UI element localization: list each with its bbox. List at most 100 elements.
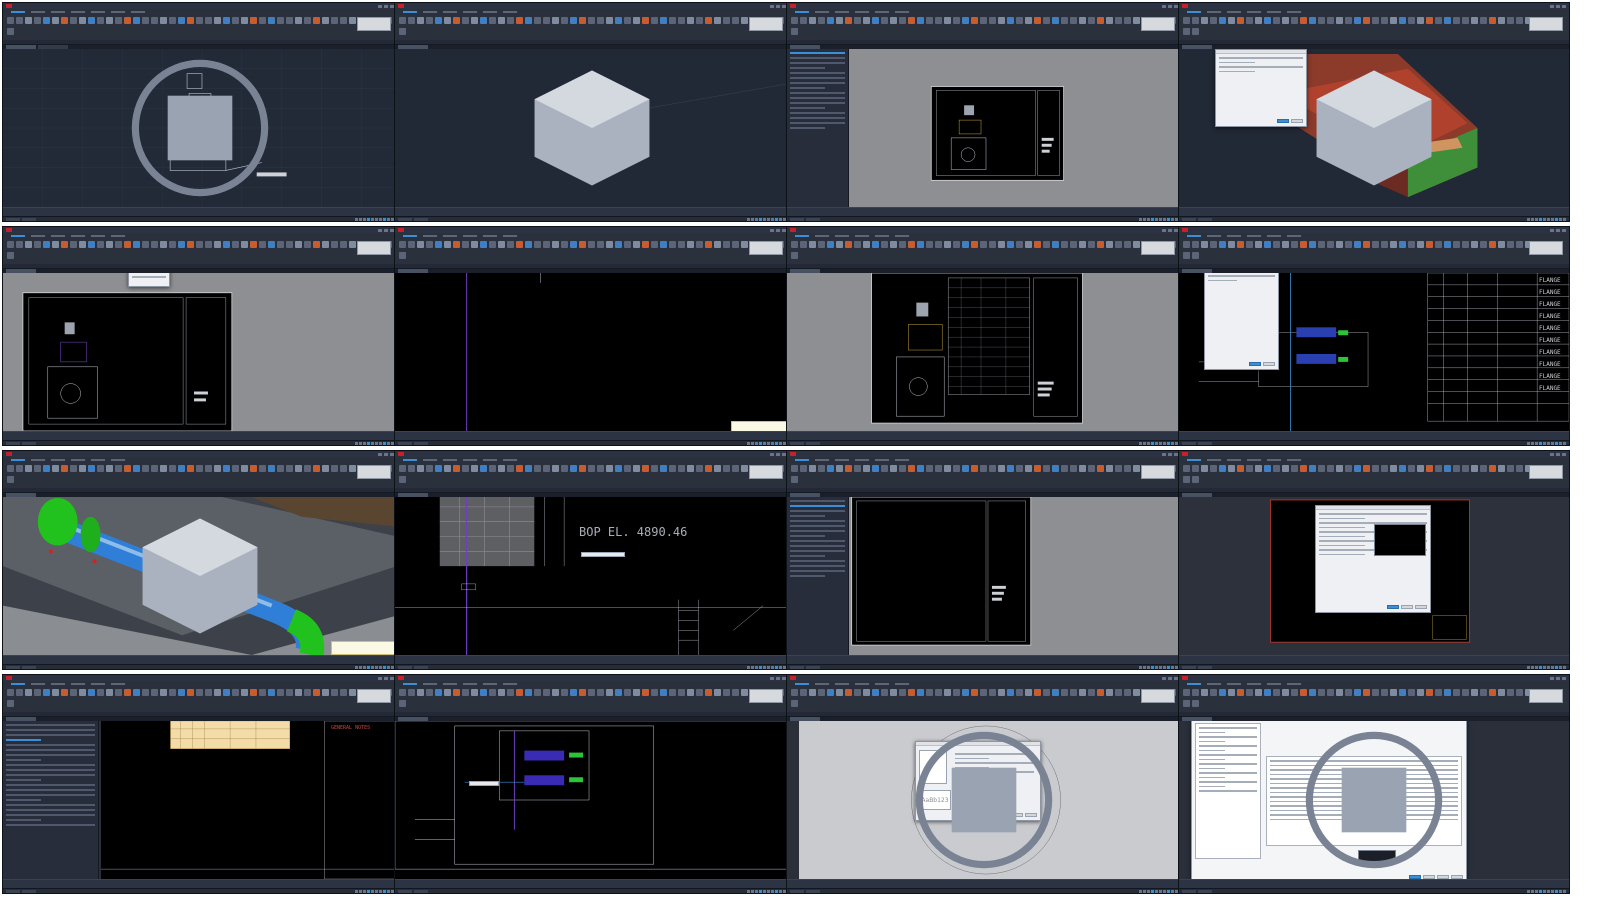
ribbon-tool-icon[interactable] — [196, 17, 203, 24]
ribbon-tool-icon[interactable] — [426, 465, 433, 472]
ribbon-tool-icon[interactable] — [1300, 689, 1307, 696]
ribbon-tool-icon[interactable] — [669, 17, 676, 24]
ribbon-tool-icon[interactable] — [426, 689, 433, 696]
ribbon-tool-icon[interactable] — [106, 465, 113, 472]
ribbon-tool-icon[interactable] — [399, 252, 406, 259]
ribbon-tool-icon[interactable] — [232, 241, 239, 248]
ribbon-tool-icon[interactable] — [124, 17, 131, 24]
minimize-button[interactable] — [770, 228, 774, 232]
ribbon-tool-icon[interactable] — [1381, 465, 1388, 472]
ribbon-tool-icon[interactable] — [88, 241, 95, 248]
layout-tab[interactable] — [806, 889, 820, 893]
ribbon-tool-icon[interactable] — [633, 465, 640, 472]
ribbon-tools[interactable] — [787, 687, 1181, 711]
ribbon-tool-icon[interactable] — [705, 465, 712, 472]
ribbon-tool-icon[interactable] — [917, 689, 924, 696]
ribbon-tool-icon[interactable] — [705, 689, 712, 696]
ribbon-tool-icon[interactable] — [1507, 17, 1514, 24]
ribbon-tab[interactable] — [815, 459, 829, 461]
ribbon-tool-icon[interactable] — [881, 241, 888, 248]
ribbon-tool-icon[interactable] — [241, 17, 248, 24]
ribbon-tool-icon[interactable] — [606, 689, 613, 696]
maximize-button[interactable] — [384, 228, 388, 232]
ribbon-tool-icon[interactable] — [340, 241, 347, 248]
ribbon-tool-icon[interactable] — [304, 241, 311, 248]
ribbon-tool-icon[interactable] — [1043, 689, 1050, 696]
ribbon-tool-icon[interactable] — [1228, 17, 1235, 24]
ribbon-tab[interactable] — [71, 683, 85, 685]
command-line[interactable] — [1179, 431, 1569, 440]
ribbon-tool-icon[interactable] — [399, 28, 406, 35]
ribbon-tool-icon[interactable] — [669, 689, 676, 696]
ribbon-tool-icon[interactable] — [160, 241, 167, 248]
ribbon-tool-icon[interactable] — [1210, 465, 1217, 472]
ribbon-tool-icon[interactable] — [989, 17, 996, 24]
ribbon-tool-icon[interactable] — [678, 17, 685, 24]
ribbon-tool-icon[interactable] — [1471, 241, 1478, 248]
ribbon-tool-icon[interactable] — [196, 689, 203, 696]
ribbon-tool-icon[interactable] — [187, 241, 194, 248]
ribbon-tool-icon[interactable] — [1079, 465, 1086, 472]
ribbon-tool-icon[interactable] — [1318, 689, 1325, 696]
ribbon-tool-icon[interactable] — [1282, 465, 1289, 472]
ribbon-tool-icon[interactable] — [1336, 17, 1343, 24]
ribbon-tool-icon[interactable] — [1363, 689, 1370, 696]
ribbon-tool-icon[interactable] — [250, 241, 257, 248]
ribbon-tool-icon[interactable] — [331, 241, 338, 248]
ribbon-tool-icon[interactable] — [133, 465, 140, 472]
ribbon-tab[interactable] — [403, 235, 417, 237]
ribbon-tool-icon[interactable] — [471, 465, 478, 472]
drawing-canvas[interactable]: AaBb123 — [787, 721, 1181, 879]
ribbon-tab[interactable] — [11, 683, 25, 685]
maximize-button[interactable] — [384, 4, 388, 8]
minimize-button[interactable] — [1162, 228, 1166, 232]
ribbon-tab[interactable] — [91, 683, 105, 685]
ribbon-tool-icon[interactable] — [349, 17, 356, 24]
ribbon-tab[interactable] — [443, 11, 457, 13]
ribbon-tool-icon[interactable] — [1399, 689, 1406, 696]
ribbon-tool-icon[interactable] — [462, 465, 469, 472]
ribbon-tool-icon[interactable] — [489, 689, 496, 696]
ribbon-tool-icon[interactable] — [669, 465, 676, 472]
ribbon-tool-icon[interactable] — [304, 689, 311, 696]
ribbon-tool-icon[interactable] — [872, 17, 879, 24]
ribbon-tool-icon[interactable] — [1034, 465, 1041, 472]
ribbon-tool-icon[interactable] — [615, 17, 622, 24]
ribbon-tool-icon[interactable] — [1462, 241, 1469, 248]
ribbon-tool-icon[interactable] — [1201, 241, 1208, 248]
ribbon-tool-icon[interactable] — [223, 465, 230, 472]
ribbon-tool-icon[interactable] — [259, 689, 266, 696]
command-line[interactable] — [1179, 207, 1569, 216]
ribbon-tool-icon[interactable] — [890, 17, 897, 24]
ribbon-tool-icon[interactable] — [935, 689, 942, 696]
ribbon-tool-icon[interactable] — [115, 689, 122, 696]
ribbon-tool-icon[interactable] — [1489, 17, 1496, 24]
ribbon-tool-icon[interactable] — [25, 241, 32, 248]
ribbon-tab[interactable] — [1227, 459, 1241, 461]
ribbon-tool-icon[interactable] — [1183, 700, 1190, 707]
ribbon-tool-icon[interactable] — [1192, 252, 1199, 259]
ribbon-tool-icon[interactable] — [232, 689, 239, 696]
ribbon-tool-icon[interactable] — [696, 241, 703, 248]
layout-tab[interactable] — [398, 665, 412, 669]
ribbon-tool-icon[interactable] — [714, 241, 721, 248]
maximize-button[interactable] — [1556, 452, 1560, 456]
ribbon-tool-icon[interactable] — [1246, 465, 1253, 472]
ribbon-tab[interactable] — [1207, 683, 1221, 685]
ribbon-tool-icon[interactable] — [1133, 17, 1140, 24]
ribbon-tool-icon[interactable] — [818, 17, 825, 24]
ribbon-tools[interactable] — [3, 687, 397, 711]
ribbon-tab[interactable] — [1247, 11, 1261, 13]
ribbon-tool-icon[interactable] — [295, 465, 302, 472]
ribbon-tool-icon[interactable] — [178, 241, 185, 248]
viewcube-icon[interactable] — [787, 721, 1181, 879]
ribbon-tool-icon[interactable] — [980, 17, 987, 24]
ribbon-tool-icon[interactable] — [1237, 17, 1244, 24]
ribbon-tool-icon[interactable] — [1498, 241, 1505, 248]
ribbon-tool-icon[interactable] — [7, 476, 14, 483]
ribbon-tool-icon[interactable] — [1336, 241, 1343, 248]
ribbon-tool-icon[interactable] — [971, 17, 978, 24]
ribbon-tool-icon[interactable] — [935, 465, 942, 472]
ribbon-tool-icon[interactable] — [507, 17, 514, 24]
ribbon-tool-icon[interactable] — [953, 689, 960, 696]
